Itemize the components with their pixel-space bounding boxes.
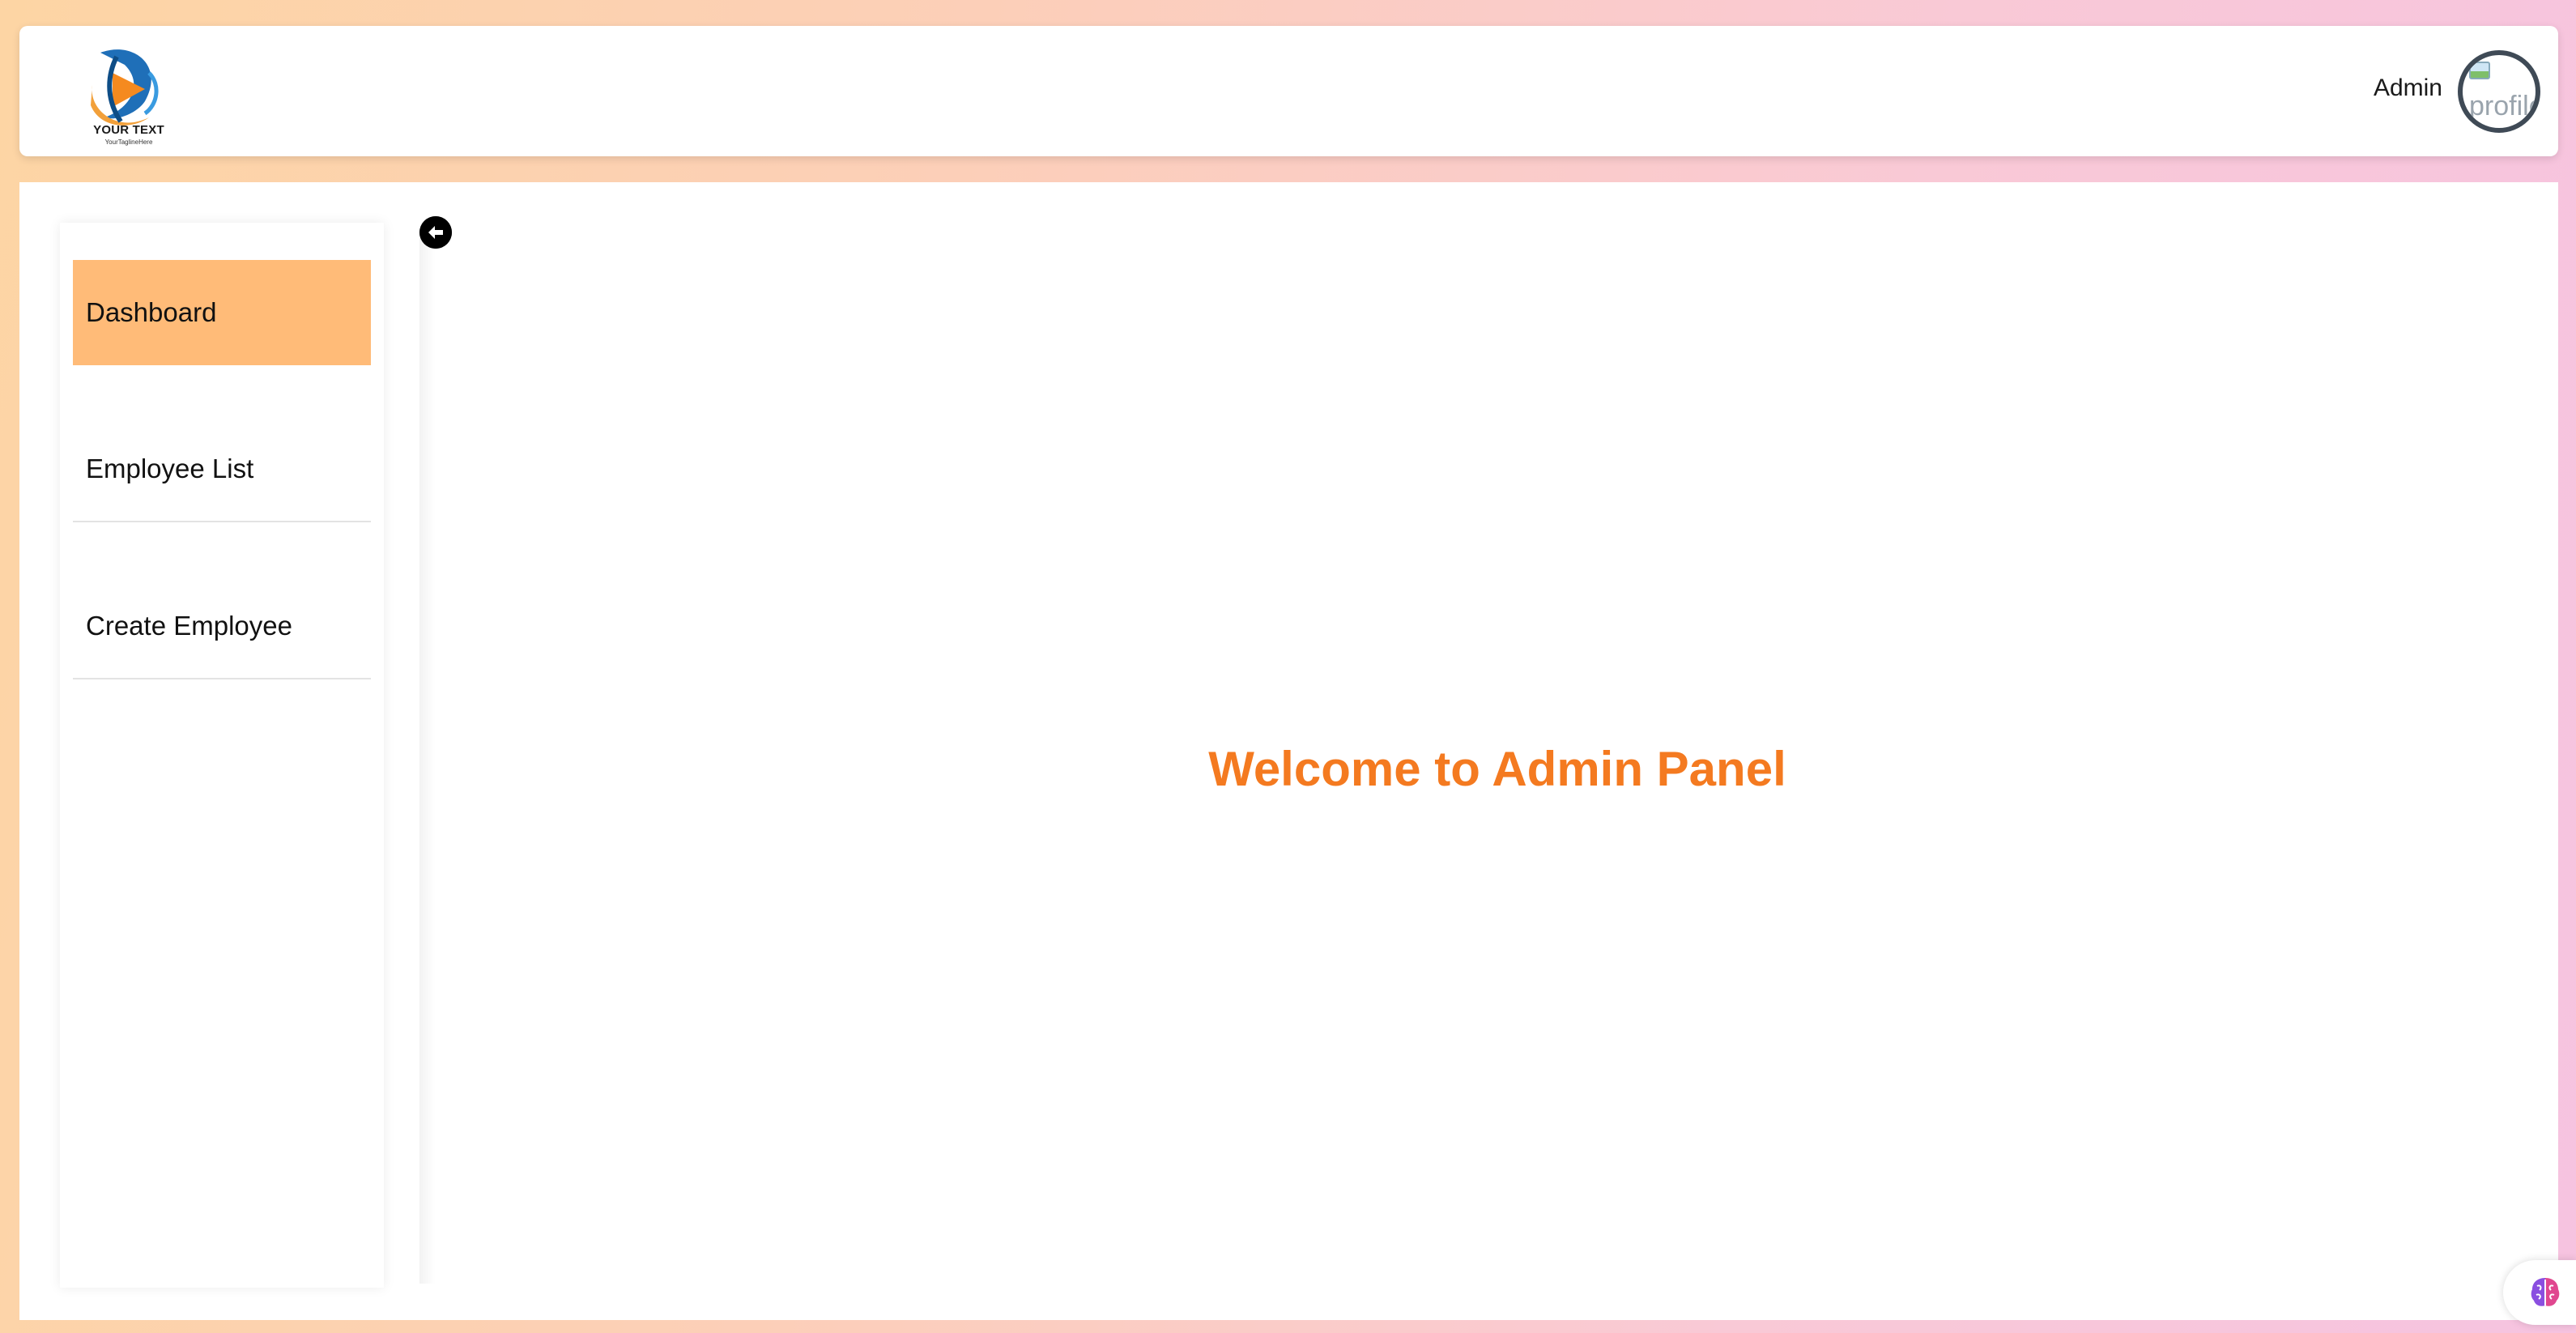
- main-panel: Dashboard Employee List Create Employee …: [19, 182, 2558, 1320]
- sidebar-item-create-employee[interactable]: Create Employee: [73, 574, 371, 679]
- avatar-alt-text: profile: [2469, 91, 2540, 121]
- sidebar-item-label: Employee List: [86, 454, 254, 483]
- brain-icon: [2531, 1278, 2560, 1306]
- extension-badge[interactable]: [2503, 1260, 2576, 1325]
- sidebar-item-employee-list[interactable]: Employee List: [73, 417, 371, 522]
- welcome-heading: Welcome to Admin Panel: [1208, 742, 1786, 796]
- top-header: YOUR TEXT YourTaglineHere Admin profile: [19, 26, 2558, 156]
- sidebar-item-label: Dashboard: [86, 297, 217, 327]
- logo-tagline: YourTaglineHere: [104, 138, 153, 146]
- sidebar: Dashboard Employee List Create Employee: [60, 223, 384, 1288]
- user-name: Admin: [2373, 75, 2442, 101]
- sidebar-item-dashboard[interactable]: Dashboard: [73, 260, 371, 365]
- logo-text: YOUR TEXT: [93, 123, 164, 137]
- sidebar-item-label: Create Employee: [86, 611, 292, 641]
- content-divider: [419, 239, 436, 1284]
- broken-image-icon: [2469, 62, 2490, 79]
- arrow-left-circle-icon[interactable]: [419, 216, 452, 249]
- avatar[interactable]: profile: [2458, 50, 2540, 133]
